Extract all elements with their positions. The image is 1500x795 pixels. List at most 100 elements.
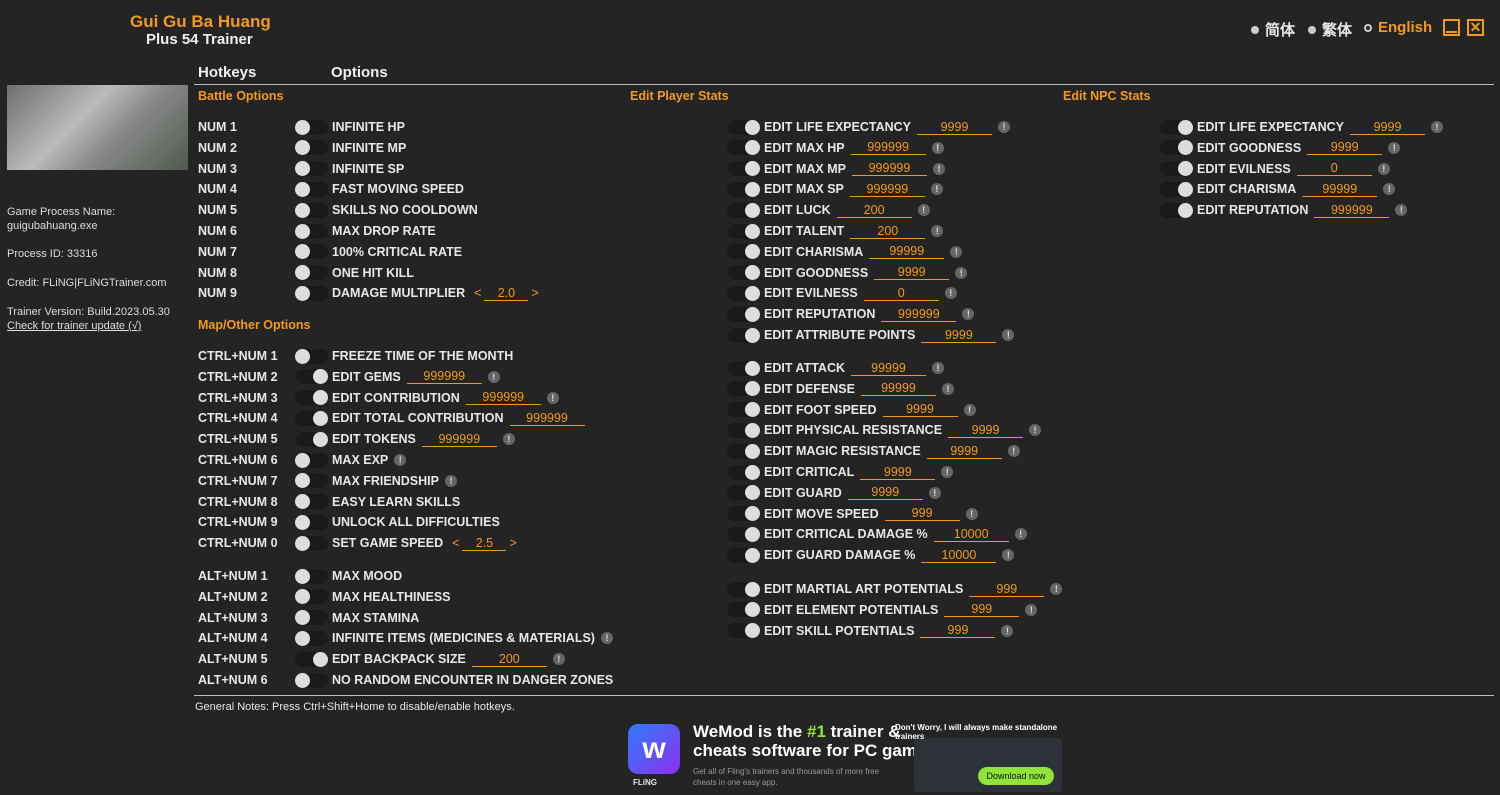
info-icon[interactable]: ! — [930, 183, 943, 196]
toggle-switch[interactable] — [295, 630, 328, 646]
value-input[interactable]: 9999 — [1307, 140, 1383, 156]
toggle-switch[interactable] — [295, 119, 328, 135]
info-icon[interactable]: ! — [917, 204, 930, 217]
lang-traditional[interactable]: 繁体 — [1308, 19, 1352, 40]
info-icon[interactable]: ! — [1431, 121, 1444, 133]
toggle-switch[interactable] — [295, 140, 328, 156]
value-input[interactable]: 9999 — [917, 120, 993, 135]
value-input[interactable]: 99999 — [1302, 182, 1378, 197]
value-input[interactable]: 999 — [944, 602, 1020, 618]
toggle-switch[interactable] — [295, 285, 328, 301]
toggle-switch[interactable] — [295, 161, 328, 177]
value-input[interactable]: 999999 — [851, 161, 927, 177]
toggle-switch[interactable] — [727, 422, 760, 438]
toggle-switch[interactable] — [727, 327, 760, 343]
value-input[interactable]: 999999 — [406, 369, 482, 385]
toggle-switch[interactable] — [727, 140, 760, 156]
value-input[interactable]: 999999 — [465, 390, 541, 406]
value-input[interactable]: 99999 — [861, 381, 936, 397]
toggle-switch[interactable] — [295, 473, 328, 489]
info-icon[interactable]: ! — [487, 370, 500, 383]
info-icon[interactable]: ! — [1388, 141, 1401, 154]
value-input[interactable]: 999 — [969, 582, 1045, 597]
toggle-switch[interactable] — [1160, 181, 1193, 197]
info-icon[interactable]: ! — [962, 308, 975, 321]
toggle-switch[interactable] — [1160, 161, 1193, 177]
info-icon[interactable]: ! — [931, 141, 944, 154]
toggle-switch[interactable] — [1160, 119, 1193, 135]
info-icon[interactable]: ! — [932, 362, 945, 374]
value-input[interactable]: 999999 — [850, 140, 926, 156]
toggle-switch[interactable] — [727, 506, 760, 522]
info-icon[interactable]: ! — [931, 225, 944, 237]
info-icon[interactable]: ! — [1025, 603, 1038, 616]
value-input[interactable]: 9999 — [874, 265, 950, 281]
decrease-arrow-icon[interactable]: < — [449, 536, 462, 551]
toggle-switch[interactable] — [727, 547, 760, 563]
toggle-switch[interactable] — [295, 514, 328, 530]
toggle-switch[interactable] — [727, 360, 760, 376]
toggle-switch[interactable] — [295, 223, 328, 239]
toggle-switch[interactable] — [727, 265, 760, 281]
toggle-switch[interactable] — [727, 381, 760, 397]
info-icon[interactable]: ! — [955, 266, 968, 279]
toggle-switch[interactable] — [727, 485, 760, 501]
value-input[interactable]: 9999 — [948, 423, 1024, 438]
toggle-switch[interactable] — [295, 494, 328, 510]
decrease-arrow-icon[interactable]: < — [471, 286, 484, 301]
info-icon[interactable]: ! — [1395, 204, 1408, 217]
info-icon[interactable]: ! — [932, 162, 945, 175]
value-input[interactable]: 10000 — [921, 548, 997, 563]
value-input[interactable]: 0 — [863, 286, 939, 301]
value-input[interactable]: 9999 — [860, 465, 936, 480]
info-icon[interactable]: ! — [552, 653, 565, 666]
info-icon[interactable]: ! — [1014, 528, 1027, 541]
toggle-switch[interactable] — [727, 581, 760, 597]
toggle-switch[interactable] — [727, 181, 760, 197]
toggle-switch[interactable] — [295, 431, 328, 447]
toggle-switch[interactable] — [727, 161, 760, 177]
value-input[interactable]: 200 — [850, 224, 926, 239]
toggle-switch[interactable] — [295, 535, 328, 551]
value-input[interactable]: 999999 — [1314, 203, 1390, 218]
info-icon[interactable]: ! — [941, 466, 954, 478]
toggle-switch[interactable] — [1160, 140, 1193, 156]
value-input[interactable]: 99999 — [851, 361, 927, 376]
value-input[interactable]: 99999 — [869, 244, 945, 260]
info-icon[interactable]: ! — [444, 474, 457, 487]
minimize-icon[interactable] — [1443, 19, 1460, 36]
info-icon[interactable]: ! — [928, 486, 941, 499]
info-icon[interactable]: ! — [1383, 183, 1396, 196]
wemod-ad[interactable]: w FLiNG WeMod is the #1 trainer & cheats… — [628, 722, 1064, 792]
toggle-switch[interactable] — [295, 348, 328, 364]
toggle-switch[interactable] — [727, 119, 760, 135]
value-input[interactable]: 9999 — [1350, 120, 1426, 135]
toggle-switch[interactable] — [295, 369, 328, 385]
lang-simplified[interactable]: 简体 — [1251, 19, 1295, 40]
info-icon[interactable]: ! — [1029, 424, 1042, 437]
toggle-switch[interactable] — [727, 623, 760, 639]
toggle-switch[interactable] — [727, 223, 760, 239]
info-icon[interactable]: ! — [944, 287, 957, 300]
toggle-switch[interactable] — [727, 306, 760, 322]
info-icon[interactable]: ! — [998, 121, 1011, 133]
toggle-switch[interactable] — [727, 202, 760, 218]
value-input[interactable]: 999 — [884, 506, 960, 522]
info-icon[interactable]: ! — [1050, 583, 1063, 595]
value-input[interactable]: 999999 — [849, 182, 925, 197]
toggle-switch[interactable] — [295, 672, 328, 688]
value-input[interactable]: 200 — [836, 203, 912, 218]
toggle-switch[interactable] — [295, 202, 328, 218]
lang-english[interactable]: English — [1364, 19, 1432, 36]
toggle-switch[interactable] — [727, 244, 760, 260]
toggle-switch[interactable] — [1160, 202, 1193, 218]
value-input[interactable]: 999 — [920, 623, 996, 639]
toggle-switch[interactable] — [295, 452, 328, 468]
info-icon[interactable]: ! — [1002, 329, 1015, 341]
download-now-button[interactable]: Download now — [978, 767, 1054, 785]
toggle-switch[interactable] — [295, 181, 328, 197]
toggle-switch[interactable] — [727, 402, 760, 418]
info-icon[interactable]: ! — [502, 433, 515, 446]
info-icon[interactable]: ! — [942, 382, 954, 395]
toggle-switch[interactable] — [727, 443, 760, 459]
